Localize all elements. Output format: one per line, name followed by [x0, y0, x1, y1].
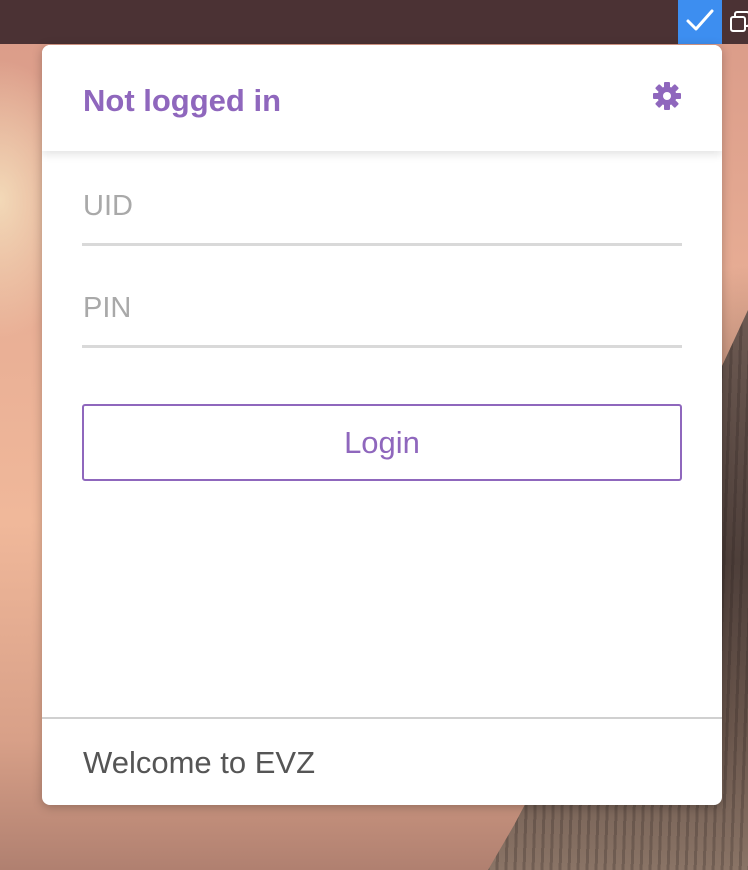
login-button[interactable]: Login: [82, 404, 682, 481]
popover-header: Not logged in: [42, 45, 722, 151]
pin-input[interactable]: [82, 275, 683, 341]
welcome-message: Welcome to EVZ: [83, 745, 316, 780]
windows-icon[interactable]: [728, 8, 748, 36]
settings-button[interactable]: [650, 81, 684, 115]
menubar-app-item[interactable]: [678, 0, 722, 44]
checkmark-icon: [685, 8, 715, 37]
uid-field: [82, 173, 683, 246]
popover-footer: Welcome to EVZ: [42, 717, 722, 805]
pin-field: [82, 275, 683, 348]
login-status-title: Not logged in: [83, 83, 282, 118]
login-popover: Not logged in UID Login Welcome to EVZ: [42, 45, 722, 805]
menu-bar: [0, 0, 748, 44]
gear-icon: [652, 81, 682, 116]
uid-input[interactable]: [82, 173, 683, 239]
